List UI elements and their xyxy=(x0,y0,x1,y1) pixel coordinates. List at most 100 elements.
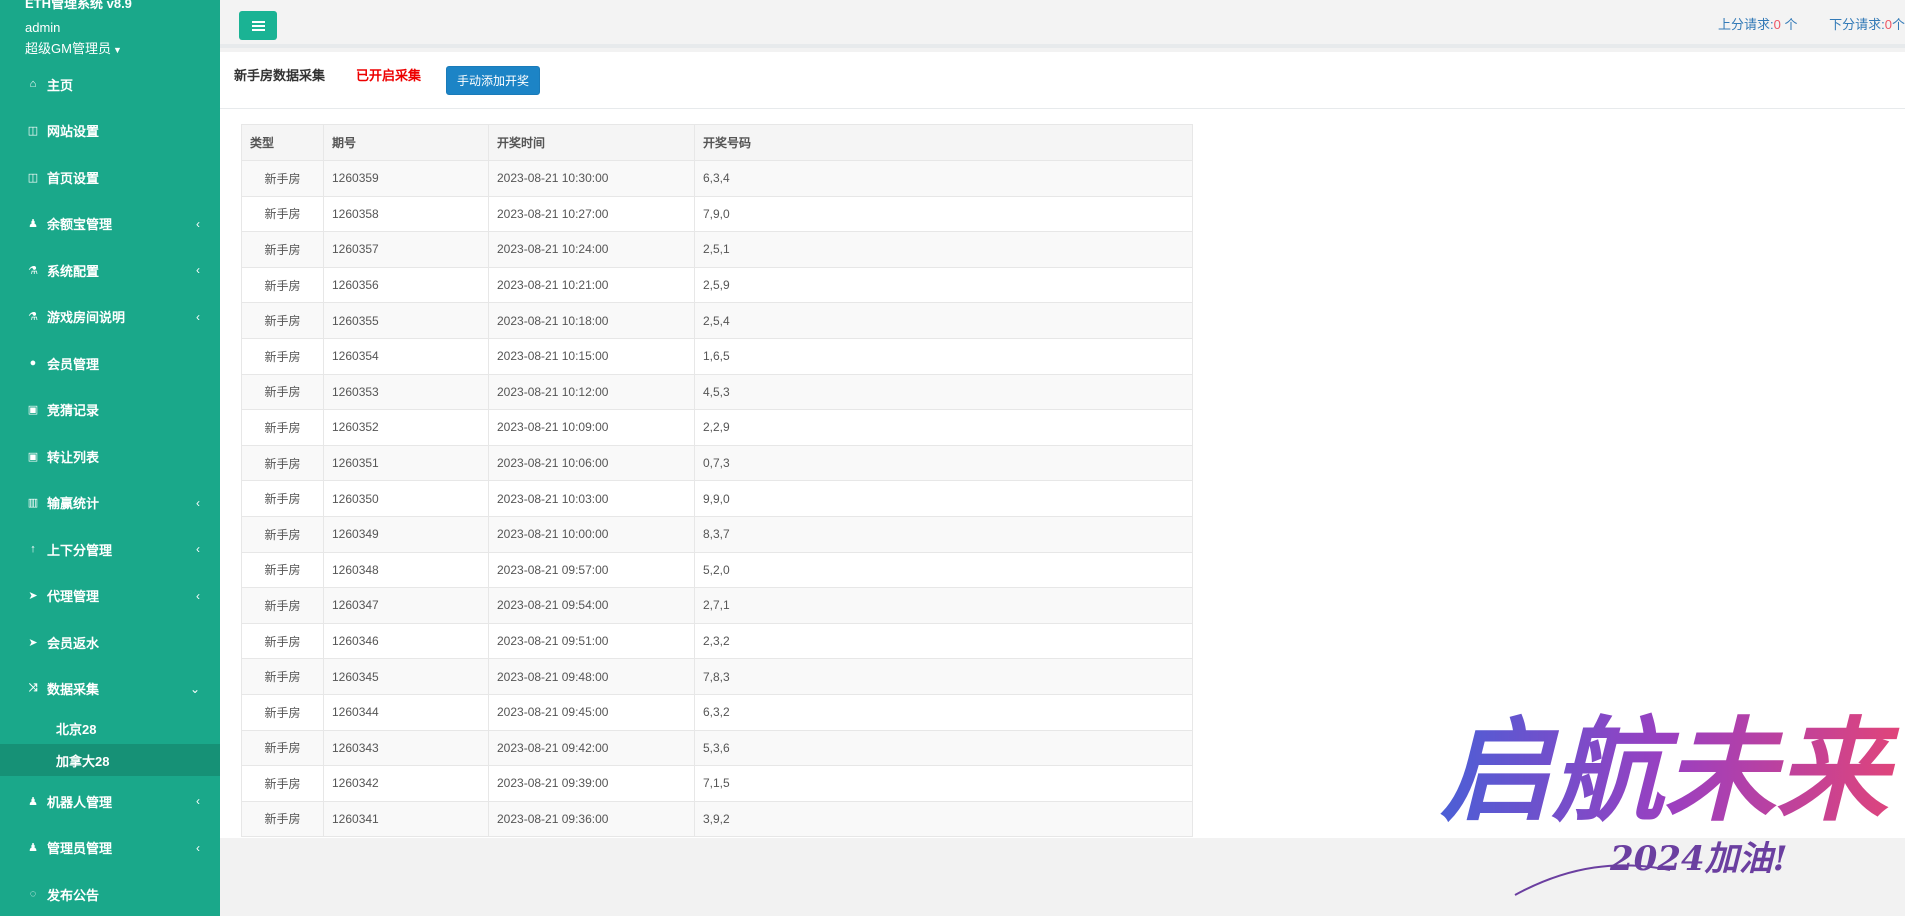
sidebar-item-label: 首页设置 xyxy=(47,170,100,186)
sidebar-item-label: 管理员管理 xyxy=(47,841,113,857)
sidebar-item[interactable]: ♟ 余额宝管理 ‹ xyxy=(0,201,220,248)
cell-numbers: 5,2,0 xyxy=(694,551,1193,589)
sidebar-item[interactable]: ♟ 管理员管理 ‹ xyxy=(0,825,220,872)
bar-chart-icon: ▥ xyxy=(27,497,39,510)
table-row: 新手房 1260347 2023-08-21 09:54:00 2,7,1 xyxy=(241,587,1193,624)
cell-issue: 1260359 xyxy=(323,160,489,197)
sidebar-item-label: 会员返水 xyxy=(47,635,100,651)
columns-icon: ◫ xyxy=(27,125,39,138)
col-time: 开奖时间 xyxy=(488,124,695,161)
chevron-left-icon: ‹ xyxy=(196,309,200,324)
sidebar-item-label: 竞猜记录 xyxy=(47,403,100,419)
username: admin xyxy=(25,20,61,35)
up-request-link[interactable]: 上分请求:0 个 xyxy=(1718,17,1798,32)
sidebar-item-label: 输赢统计 xyxy=(47,496,100,512)
table-row: 新手房 1260341 2023-08-21 09:36:00 3,9,2 xyxy=(241,800,1193,838)
draw-table: 类型 期号 开奖时间 开奖号码 新手房 1260359 2023-08-21 10:… xyxy=(241,124,1193,838)
sidebar-item[interactable]: ⌂ 主页 xyxy=(0,61,220,108)
add-draw-button[interactable]: 手动添加开奖 xyxy=(446,66,540,95)
cell-numbers: 2,3,2 xyxy=(694,622,1193,660)
sidebar-item[interactable]: ⚗ 游戏房间说明 ‹ xyxy=(0,294,220,341)
cell-time: 2023-08-21 09:45:00 xyxy=(488,693,695,731)
cell-numbers: 2,5,1 xyxy=(694,231,1193,268)
up-request-unit: 个 xyxy=(1784,17,1798,32)
cell-type: 新手房 xyxy=(241,622,324,660)
cell-issue: 1260342 xyxy=(323,765,489,802)
sidebar-item[interactable]: ▣ 竞猜记录 xyxy=(0,387,220,434)
home-icon: ⌂ xyxy=(29,78,37,91)
caret-down-icon: ▼ xyxy=(112,45,122,55)
cell-time: 2023-08-21 10:21:00 xyxy=(488,266,695,304)
table-row: 新手房 1260358 2023-08-21 10:27:00 7,9,0 xyxy=(241,195,1193,233)
sidebar-item[interactable]: ➤ 会员返水 xyxy=(0,619,220,666)
request-counters: 上分请求:0 个 下分请求:0个 xyxy=(1718,14,1905,33)
cell-issue: 1260354 xyxy=(323,337,489,375)
sidebar-item[interactable]: ↑ 上下分管理 ‹ xyxy=(0,526,220,573)
cell-issue: 1260357 xyxy=(323,231,489,268)
sidebar-item-label: 上下分管理 xyxy=(47,542,113,558)
cell-type: 新手房 xyxy=(241,515,324,553)
sidebar-item-label: 系统配置 xyxy=(47,263,100,279)
down-request-count: 0 xyxy=(1884,17,1892,32)
sidebar-item-label: 会员管理 xyxy=(47,356,100,372)
cell-type: 新手房 xyxy=(241,658,324,695)
sidebar-subitem[interactable]: 加拿大28 xyxy=(0,744,220,776)
sidebar-item[interactable]: ➤ 代理管理 ‹ xyxy=(0,573,220,620)
menu-toggle-button[interactable] xyxy=(239,11,277,40)
user-icon: ● xyxy=(29,357,37,370)
col-issue: 期号 xyxy=(323,124,489,161)
cell-issue: 1260352 xyxy=(323,409,489,446)
role-label: 超级GM管理员 xyxy=(25,41,111,56)
cell-issue: 1260347 xyxy=(323,587,489,624)
cell-time: 2023-08-21 10:09:00 xyxy=(488,409,695,446)
cell-numbers: 7,8,3 xyxy=(694,658,1193,695)
panel-header: 新手房数据采集 已开启采集 手动添加开奖 xyxy=(220,52,1905,109)
down-request-unit: 个 xyxy=(1891,17,1905,32)
table-row: 新手房 1260354 2023-08-21 10:15:00 1,6,5 xyxy=(241,337,1193,375)
table-header-row: 类型 期号 开奖时间 开奖号码 xyxy=(241,124,1193,161)
sidebar-item[interactable]: ● 会员管理 xyxy=(0,340,220,387)
sidebar-item[interactable]: ◫ 首页设置 xyxy=(0,154,220,201)
cell-issue: 1260341 xyxy=(323,800,489,838)
cell-numbers: 3,9,2 xyxy=(694,800,1193,838)
sidebar-subitem[interactable]: 北京28 xyxy=(0,712,220,744)
sidebar-item[interactable]: ⚗ 系统配置 ‹ xyxy=(0,247,220,294)
sidebar-item[interactable]: ◫ 网站设置 xyxy=(0,108,220,155)
flask-icon: ⚗ xyxy=(28,264,38,277)
cell-time: 2023-08-21 10:15:00 xyxy=(488,337,695,375)
watermark-graphic: 启航未来 2024加油! xyxy=(1440,706,1900,896)
watermark-main-text: 启航未来 xyxy=(1440,706,1900,837)
sidebar-item[interactable]: ▣ 转让列表 xyxy=(0,433,220,480)
male-icon: ♟ xyxy=(28,795,38,808)
sidebar-item-label: 网站设置 xyxy=(47,124,100,140)
sidebar-item[interactable]: ▥ 输赢统计 ‹ xyxy=(0,480,220,527)
cell-numbers: 7,9,0 xyxy=(694,195,1193,233)
paper-plane-icon: ➤ xyxy=(28,636,38,649)
cell-time: 2023-08-21 09:51:00 xyxy=(488,622,695,660)
table-row: 新手房 1260348 2023-08-21 09:57:00 5,2,0 xyxy=(241,551,1193,589)
sidebar-item[interactable]: ◌ 发布公告 xyxy=(0,871,220,916)
cell-time: 2023-08-21 09:48:00 xyxy=(488,658,695,695)
cell-issue: 1260356 xyxy=(323,266,489,304)
down-request-link[interactable]: 下分请求:0个 xyxy=(1829,17,1905,32)
comment-icon: ◌ xyxy=(29,888,37,901)
cell-type: 新手房 xyxy=(241,337,324,375)
sidebar-item[interactable]: ⤨ 数据采集 ⌄ xyxy=(0,665,220,712)
sidebar-item-label: 机器人管理 xyxy=(47,794,113,810)
cell-numbers: 2,5,4 xyxy=(694,302,1193,339)
cell-time: 2023-08-21 09:54:00 xyxy=(488,587,695,624)
cell-time: 2023-08-21 10:18:00 xyxy=(488,302,695,339)
cell-type: 新手房 xyxy=(241,195,324,233)
cell-time: 2023-08-21 09:39:00 xyxy=(488,765,695,802)
cell-time: 2023-08-21 10:03:00 xyxy=(488,480,695,517)
chevron-left-icon: ‹ xyxy=(196,495,200,510)
level-up-icon: ↑ xyxy=(30,543,36,556)
cell-type: 新手房 xyxy=(241,444,324,482)
chevron-left-icon: ‹ xyxy=(196,794,200,809)
role-dropdown[interactable]: 超级GM管理员 ▼ xyxy=(25,38,122,57)
cell-issue: 1260358 xyxy=(323,195,489,233)
cell-type: 新手房 xyxy=(241,765,324,802)
sidebar-item[interactable]: ♟ 机器人管理 ‹ xyxy=(0,778,220,825)
cell-type: 新手房 xyxy=(241,729,324,767)
cell-time: 2023-08-21 10:00:00 xyxy=(488,515,695,553)
